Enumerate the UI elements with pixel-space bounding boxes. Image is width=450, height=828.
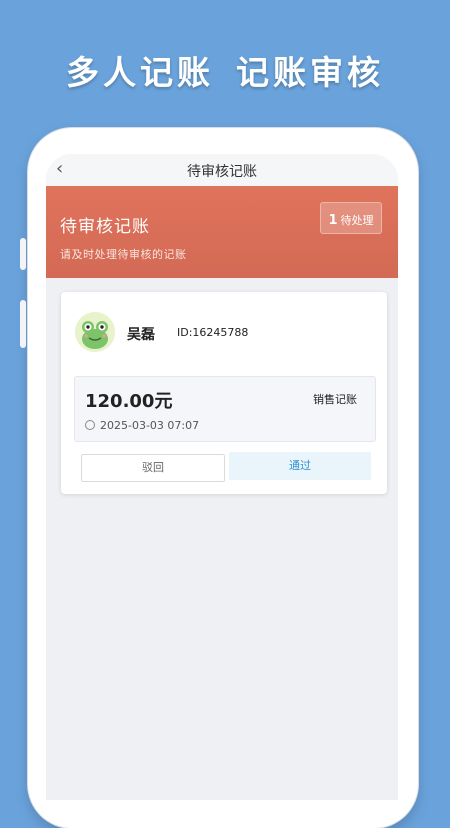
promo-headline-part2: 记账审核: [236, 53, 384, 92]
user-id: ID:16245788: [177, 326, 249, 339]
pending-count: 1: [328, 213, 338, 228]
promo-headline: 多人记账 记账审核: [0, 46, 450, 94]
entry-summary: 120.00元 销售记账 2025-03-03 07:07: [74, 376, 376, 442]
banner-title: 待审核记账: [60, 217, 150, 237]
app-screen: ‹ 待审核记账 待审核记账 请及时处理待审核的记账 1 待处理 吴磊 ID:16…: [46, 154, 398, 800]
banner-subtitle: 请及时处理待审核的记账: [60, 248, 187, 261]
user-name: 吴磊: [127, 327, 155, 343]
entry-amount: 120.00元: [85, 391, 173, 412]
phone-side-button: [20, 238, 26, 270]
pending-count-badge: 1 待处理: [320, 202, 382, 234]
entry-type-label: 销售记账: [313, 393, 357, 406]
nav-title: 待审核记账: [187, 164, 257, 180]
frog-avatar-icon: [75, 312, 115, 352]
pending-entry-card: 吴磊 ID:16245788 120.00元 销售记账 2025-03-03 0…: [61, 292, 387, 494]
clock-icon: [85, 420, 95, 430]
promo-headline-part1: 多人记账: [66, 53, 214, 92]
entry-timestamp-row: 2025-03-03 07:07: [85, 419, 199, 432]
approve-button[interactable]: 通过: [229, 452, 371, 480]
nav-bar: ‹ 待审核记账: [46, 154, 398, 187]
phone-side-button: [20, 300, 26, 348]
pending-banner: 待审核记账 请及时处理待审核的记账 1 待处理: [46, 186, 398, 278]
entry-timestamp: 2025-03-03 07:07: [100, 419, 200, 432]
pending-label: 待处理: [340, 214, 374, 227]
reject-button[interactable]: 驳回: [81, 454, 225, 482]
